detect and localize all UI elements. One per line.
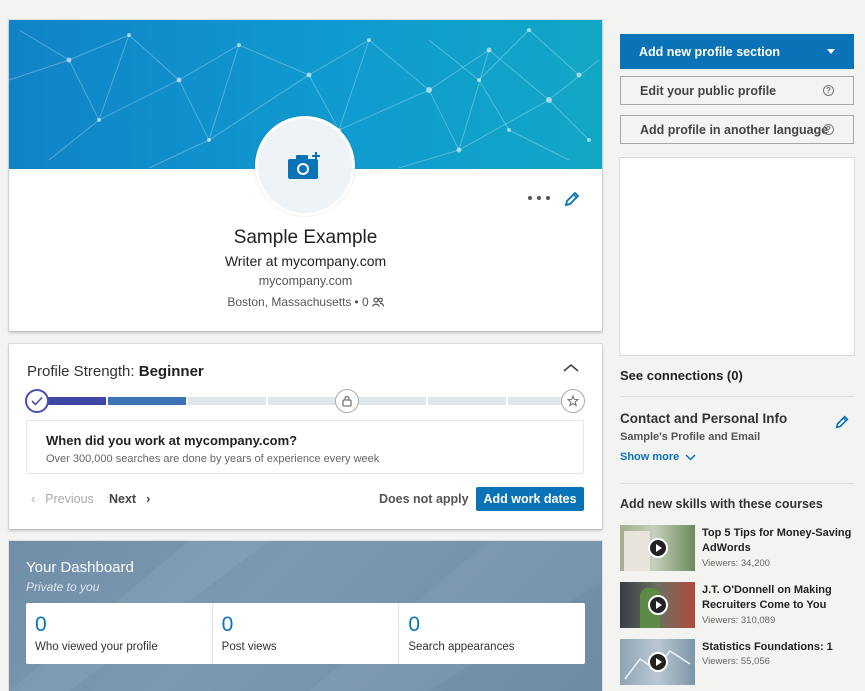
add-language-profile-button[interactable]: Add profile in another language ? xyxy=(620,115,854,144)
stat-value: 0 xyxy=(221,613,234,636)
courses-title: Add new skills with these courses xyxy=(620,497,823,511)
people-icon xyxy=(371,297,384,307)
strength-segment xyxy=(188,397,266,405)
dashboard-title: Your Dashboard xyxy=(26,559,134,576)
profile-strength-level: Beginner xyxy=(138,363,204,380)
help-circle-icon[interactable]: ? xyxy=(823,124,834,135)
next-label: Next xyxy=(109,492,137,506)
chevron-down-icon xyxy=(685,453,696,461)
contact-info-subtitle: Sample's Profile and Email xyxy=(620,431,761,443)
profile-headline: Writer at mycompany.com xyxy=(224,253,387,269)
stat-profile-views[interactable]: 0 Who viewed your profile xyxy=(26,603,213,664)
profile-question-box: When did you work at mycompany.com? Over… xyxy=(26,420,584,474)
more-horizontal-icon[interactable] xyxy=(528,190,550,206)
profile-card: Sample Example Writer at mycompany.com m… xyxy=(9,20,602,331)
divider xyxy=(620,483,854,484)
course-thumbnail xyxy=(620,525,695,571)
ad-placeholder xyxy=(620,158,854,355)
add-profile-section-button[interactable]: Add new profile section xyxy=(620,34,854,69)
question-title: When did you work at mycompany.com? xyxy=(46,433,298,448)
strength-segment xyxy=(348,397,426,405)
strength-star-marker xyxy=(561,389,585,413)
play-icon xyxy=(648,652,668,672)
course-viewers: Viewers: 55,056 xyxy=(702,656,770,667)
chevron-right-icon: › xyxy=(146,492,151,506)
add-work-dates-button[interactable]: Add work dates xyxy=(476,487,584,511)
question-subtitle: Over 300,000 searches are done by years … xyxy=(46,453,380,465)
lock-icon xyxy=(342,395,352,407)
stat-value: 0 xyxy=(35,613,47,636)
edit-public-profile-button[interactable]: Edit your public profile ? xyxy=(620,76,854,105)
chevron-left-icon: ‹ xyxy=(31,492,36,506)
course-title: Statistics Foundations: 1 xyxy=(702,641,833,653)
add-language-profile-label: Add profile in another language xyxy=(640,122,829,137)
strength-start-marker xyxy=(25,389,49,413)
add-profile-section-label: Add new profile section xyxy=(639,44,780,59)
profile-strength-title: Profile Strength: Beginner xyxy=(27,363,204,380)
course-thumbnail xyxy=(620,639,695,685)
play-icon xyxy=(648,538,668,558)
previous-button[interactable]: ‹ Previous xyxy=(31,492,94,506)
star-icon xyxy=(567,395,579,407)
course-title: J.T. O'Donnell on Making Recruiters Come… xyxy=(702,584,832,611)
edit-contact-pencil-icon[interactable] xyxy=(834,414,850,430)
caret-down-icon xyxy=(827,49,835,54)
dashboard-card: Your Dashboard Private to you 0 Who view… xyxy=(9,541,602,691)
profile-location-row: Boston, Massachusetts • 0 xyxy=(9,295,602,309)
camera-plus-icon xyxy=(288,152,320,179)
stat-post-views[interactable]: 0 Post views xyxy=(213,603,400,664)
course-thumbnail xyxy=(620,582,695,628)
stat-label: Search appearances xyxy=(408,641,515,653)
edit-intro-pencil-icon[interactable] xyxy=(563,190,581,208)
see-connections-link[interactable]: See connections (0) xyxy=(620,368,743,383)
profile-company[interactable]: mycompany.com xyxy=(9,274,602,288)
stat-label: Post views xyxy=(221,641,277,653)
help-circle-icon[interactable]: ? xyxy=(823,85,834,96)
profile-strength-card: Profile Strength: Beginner When did you … xyxy=(9,344,602,529)
does-not-apply-button[interactable]: Does not apply xyxy=(379,492,469,506)
course-item[interactable]: Top 5 Tips for Money-Saving AdWords View… xyxy=(620,525,854,571)
stat-search-appearances[interactable]: 0 Search appearances xyxy=(399,603,585,664)
strength-segment xyxy=(428,397,506,405)
show-more-link[interactable]: Show more xyxy=(620,451,696,463)
course-title: Top 5 Tips for Money-Saving AdWords xyxy=(702,527,852,554)
strength-meter xyxy=(25,389,585,413)
profile-name: Sample Example xyxy=(233,227,378,248)
show-more-label: Show more xyxy=(620,451,680,463)
thumbnail-detail xyxy=(624,531,650,571)
course-viewers: Viewers: 310,089 xyxy=(702,615,776,626)
check-icon xyxy=(31,396,43,406)
next-button[interactable]: Next › xyxy=(109,492,150,506)
stat-value: 0 xyxy=(408,613,421,636)
previous-label: Previous xyxy=(45,492,94,506)
edit-public-profile-label: Edit your public profile xyxy=(640,83,777,98)
dashboard-subtitle: Private to you xyxy=(26,580,100,594)
chevron-up-icon[interactable] xyxy=(563,363,579,373)
profile-location: Boston, Massachusetts xyxy=(227,295,352,309)
divider xyxy=(620,396,854,397)
course-item[interactable]: Statistics Foundations: 1 Viewers: 55,05… xyxy=(620,639,854,685)
strength-segment xyxy=(108,397,186,405)
course-viewers: Viewers: 34,200 xyxy=(702,558,770,569)
contact-info-title: Contact and Personal Info xyxy=(620,411,788,426)
play-icon xyxy=(648,595,668,615)
avatar[interactable] xyxy=(255,116,355,216)
course-item[interactable]: J.T. O'Donnell on Making Recruiters Come… xyxy=(620,582,854,628)
connections-count[interactable]: • 0 xyxy=(354,295,368,309)
profile-strength-label: Profile Strength: xyxy=(27,363,135,380)
stat-label: Who viewed your profile xyxy=(35,641,158,653)
strength-lock-marker xyxy=(335,389,359,413)
dashboard-stats: 0 Who viewed your profile 0 Post views 0… xyxy=(26,603,585,664)
